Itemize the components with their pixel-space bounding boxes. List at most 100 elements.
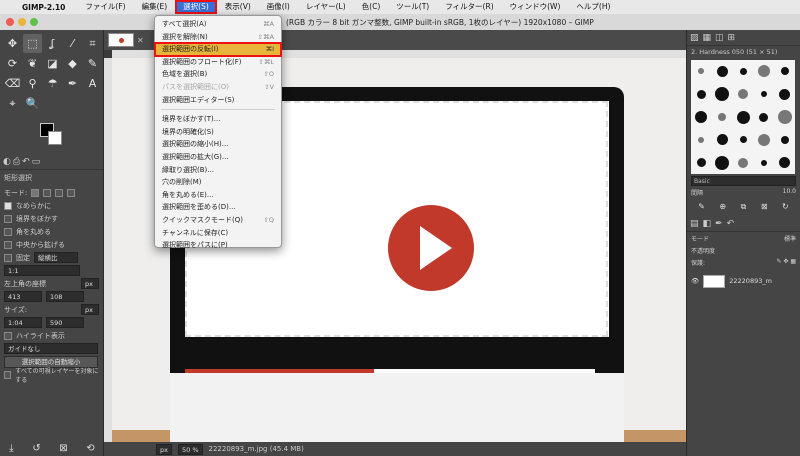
mode-intersect-icon[interactable]: [67, 188, 76, 197]
lasso-icon[interactable]: ʆ: [43, 34, 62, 53]
zoom-icon[interactable]: 🔍: [23, 94, 42, 113]
channels-tab-icon[interactable]: ◧: [703, 219, 712, 229]
select-menu-item[interactable]: 選択を解除(N) ⇧⌘A: [155, 31, 281, 44]
option-expand-center[interactable]: 中央から拡げる: [0, 238, 103, 251]
layer-name[interactable]: 22220893_m: [729, 277, 772, 285]
merged-row[interactable]: すべての可視レイヤーを対象にする: [0, 368, 103, 384]
eraser-icon[interactable]: ⌫: [3, 74, 22, 93]
highlight-checkbox[interactable]: [4, 331, 12, 340]
brush-thumbnail[interactable]: [715, 87, 730, 102]
brush-thumbnail[interactable]: [696, 89, 706, 99]
brush-thumbnail[interactable]: [739, 136, 747, 144]
paintbrush-icon[interactable]: ✎: [83, 54, 102, 73]
size-h-input[interactable]: 590: [46, 317, 84, 328]
option-feather[interactable]: 境界をぼかす: [0, 212, 103, 225]
select-menu-item[interactable]: チャンネルに保存(C): [155, 227, 281, 240]
brush-thumbnail[interactable]: [698, 136, 705, 143]
rounded-checkbox[interactable]: [4, 227, 12, 236]
fixed-checkbox[interactable]: [4, 253, 12, 262]
smudge-icon[interactable]: ☂: [43, 74, 62, 93]
brushes-tab-icon[interactable]: ▨: [690, 33, 699, 43]
zoom-window-icon[interactable]: [30, 18, 38, 26]
menu-view[interactable]: 表示(V): [217, 0, 259, 14]
select-menu-item[interactable]: 選択範囲エディター(S): [155, 94, 281, 107]
brush-thumbnail[interactable]: [780, 67, 789, 76]
edit-brush-icon[interactable]: ✎: [698, 202, 705, 212]
refresh-brushes-icon[interactable]: ↻: [782, 202, 789, 212]
position-unit-select[interactable]: px: [81, 278, 99, 289]
brush-thumbnail[interactable]: [779, 88, 791, 100]
tool-options-tab-icon[interactable]: ◐: [3, 157, 11, 169]
brush-thumbnail[interactable]: [716, 65, 728, 77]
brush-thumbnail[interactable]: [760, 91, 767, 98]
rect-select-icon[interactable]: ⬚: [23, 34, 42, 53]
menu-layer[interactable]: レイヤー(L): [298, 0, 354, 14]
undo-history-tab-icon[interactable]: ↶: [22, 157, 30, 169]
layers-tab-icon[interactable]: ▤: [690, 219, 699, 229]
layer-mode-select[interactable]: 標準: [784, 234, 796, 244]
brush-thumbnail[interactable]: [780, 135, 789, 144]
warp-icon[interactable]: ❦: [23, 54, 42, 73]
layer-row[interactable]: 👁 22220893_m: [691, 272, 796, 290]
layer-visibility-eye-icon[interactable]: 👁: [691, 277, 699, 285]
option-antialias[interactable]: なめらかに: [0, 199, 103, 212]
merged-checkbox[interactable]: [4, 370, 12, 379]
close-image-tab-icon[interactable]: ✕: [137, 36, 144, 45]
fuzzy-select-icon[interactable]: ⁄: [63, 34, 82, 53]
select-menu-item[interactable]: 穴の削除(M): [155, 176, 281, 189]
select-menu-item[interactable]: すべて選択(A) ⌘A: [155, 18, 281, 31]
select-menu-item[interactable]: クイックマスクモード(Q) ⇧Q: [155, 214, 281, 227]
fonts-tab-icon[interactable]: ◫: [715, 33, 724, 43]
clone-icon[interactable]: ⚲: [23, 74, 42, 93]
select-menu-item[interactable]: 境界をぼかす(T)...: [155, 113, 281, 126]
brush-thumbnail[interactable]: [738, 157, 748, 168]
unit-select[interactable]: px: [156, 443, 172, 455]
option-rounded[interactable]: 角を丸める: [0, 225, 103, 238]
select-menu-item[interactable]: 角を丸める(E)...: [155, 189, 281, 202]
ratio-input[interactable]: 1:1: [4, 265, 80, 276]
images-tab-icon[interactable]: ▭: [32, 157, 41, 169]
mode-subtract-icon[interactable]: [55, 188, 64, 197]
new-brush-icon[interactable]: ⊕: [719, 202, 726, 212]
patterns-tab-icon[interactable]: ▦: [703, 33, 712, 43]
brush-thumbnail[interactable]: [715, 155, 730, 170]
color-picker-icon[interactable]: ⌖: [3, 94, 22, 113]
paths-icon[interactable]: ✒: [63, 74, 82, 93]
menu-windows[interactable]: ウィンドウ(W): [502, 0, 569, 14]
guides-select[interactable]: ガイドなし: [4, 343, 98, 354]
text-icon[interactable]: A: [83, 74, 102, 93]
brush-thumbnail[interactable]: [777, 110, 792, 124]
antialias-checkbox[interactable]: [4, 201, 12, 210]
brush-thumbnail[interactable]: [736, 110, 750, 124]
menu-help[interactable]: ヘルプ(H): [568, 0, 618, 14]
select-menu-item[interactable]: 選択範囲のフロート化(F) ⇧⌘L: [155, 56, 281, 69]
spacing-value[interactable]: 10.0: [783, 188, 796, 198]
brush-thumbnail[interactable]: [716, 134, 728, 146]
position-y-input[interactable]: 108: [46, 291, 84, 302]
unified-transform-icon[interactable]: ⟳: [3, 54, 22, 73]
select-menu-item[interactable]: 選択範囲の反転(I) ⌘I: [154, 42, 282, 57]
brush-thumbnail[interactable]: [759, 112, 769, 122]
vertical-ruler[interactable]: [104, 58, 112, 442]
cage-icon[interactable]: ◪: [43, 54, 62, 73]
bucket-fill-icon[interactable]: ◆: [63, 54, 82, 73]
app-menu[interactable]: GIMP-2.10: [22, 3, 65, 12]
brush-thumbnail[interactable]: [739, 67, 747, 75]
paths-tab-icon[interactable]: ✒: [715, 219, 723, 229]
crop-icon[interactable]: ⌗: [83, 34, 102, 53]
position-x-input[interactable]: 413: [4, 291, 42, 302]
highlight-row[interactable]: ハイライト表示: [0, 329, 103, 342]
expand-center-checkbox[interactable]: [4, 240, 12, 249]
select-menu-item[interactable]: 縁取り選択(B)...: [155, 164, 281, 177]
brush-thumbnail[interactable]: [757, 133, 770, 146]
delete-options-icon[interactable]: ⊠: [59, 443, 67, 454]
select-menu-item[interactable]: 選択範囲の拡大(G)...: [155, 151, 281, 164]
delete-brush-icon[interactable]: ⊠: [761, 202, 768, 212]
minimize-window-icon[interactable]: [18, 18, 26, 26]
fixed-select[interactable]: 縦横比: [34, 252, 78, 263]
image-tab-thumbnail[interactable]: [108, 33, 134, 47]
select-menu-item[interactable]: 選択範囲の縮小(H)...: [155, 138, 281, 151]
close-window-icon[interactable]: [6, 18, 14, 26]
select-menu-item[interactable]: 選択範囲を歪める(D)...: [155, 201, 281, 214]
duplicate-brush-icon[interactable]: ⧉: [741, 202, 747, 212]
